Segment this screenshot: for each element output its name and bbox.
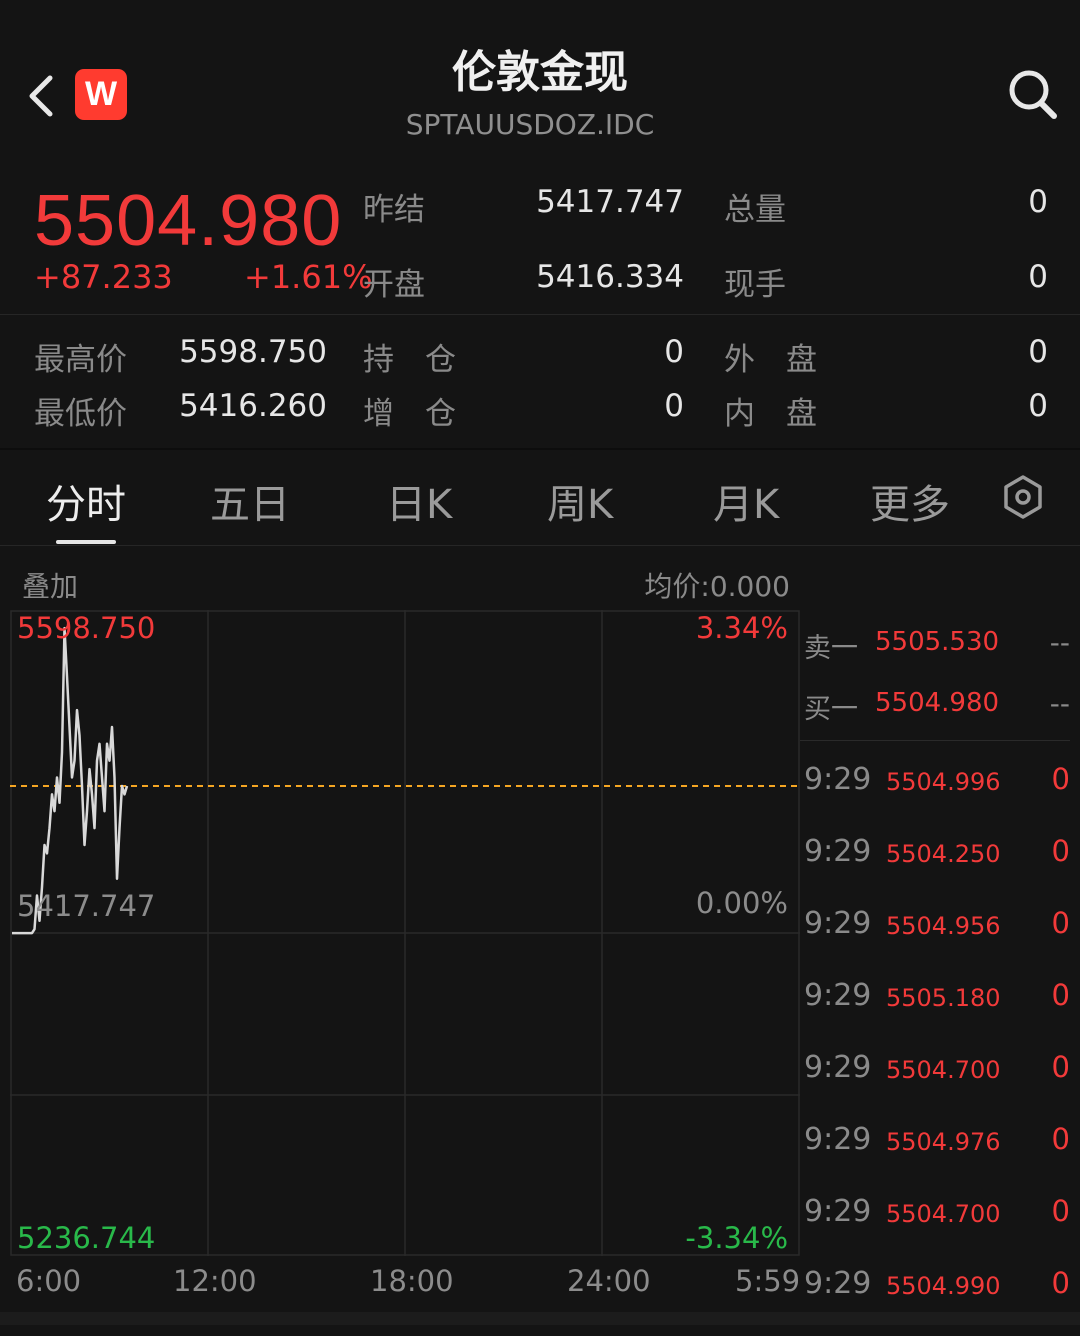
x-tick-label: 6:00 [16, 1264, 82, 1298]
tab-monthly-k[interactable]: 月K [713, 472, 779, 530]
chart-mid-price: 5417.747 [17, 889, 156, 923]
active-tab-indicator [56, 540, 116, 544]
divider [800, 740, 1070, 741]
tick-price: 5504.996 [886, 768, 1001, 796]
bid-volume: -- [1049, 687, 1070, 720]
chart-bottom-pct: -3.34% [685, 1221, 788, 1255]
intraday-chart[interactable] [10, 610, 800, 1256]
ask-price: 5505.530 [875, 627, 1000, 657]
tick-volume: 0 [1051, 834, 1070, 868]
divider [0, 448, 1080, 450]
page-title: 伦敦金现 [452, 47, 628, 98]
search-icon[interactable] [1006, 66, 1060, 122]
tick-time: 9:29 [804, 834, 872, 869]
tick-time: 9:29 [804, 978, 872, 1013]
tick-row: 9:29 5504.996 0 [800, 760, 1080, 832]
divider [0, 314, 1080, 315]
tab-weekly-k[interactable]: 周K [547, 472, 613, 530]
tick-time: 9:29 [804, 906, 872, 941]
tab-five-day[interactable]: 五日 [210, 472, 290, 530]
low-label: 最低价 [34, 396, 127, 432]
x-tick-label: 5:59 [735, 1264, 801, 1298]
open-interest-label: 持 仓 [363, 342, 456, 378]
bottom-bar [0, 1312, 1080, 1325]
tick-time: 9:29 [804, 1194, 872, 1229]
ask-label: 卖一 [804, 633, 858, 664]
back-arrow-icon[interactable] [24, 72, 60, 120]
oi-change-label: 增 仓 [363, 396, 456, 432]
current-hand-value: 0 [1028, 259, 1048, 295]
price-change-pct: +1.61% [244, 258, 373, 296]
tick-price: 5504.976 [886, 1128, 1001, 1156]
bid-price: 5504.980 [875, 688, 1000, 718]
app-logo-icon[interactable]: W [75, 69, 127, 120]
logo-letter: W [84, 75, 118, 113]
tick-time: 9:29 [804, 1050, 872, 1085]
high-value: 5598.750 [179, 334, 327, 370]
tick-list: 9:29 5504.996 0 9:29 5504.250 0 9:29 550… [800, 760, 1080, 1336]
low-value: 5416.260 [179, 388, 327, 424]
tick-volume: 0 [1051, 906, 1070, 940]
instrument-code: SPTAUUSDOZ.IDC [405, 108, 655, 141]
tick-volume: 0 [1051, 1122, 1070, 1156]
chart-top-pct: 3.34% [695, 611, 788, 645]
tick-volume: 0 [1051, 1266, 1070, 1300]
settings-icon[interactable] [1000, 474, 1046, 520]
tick-row: 9:29 5505.180 0 [800, 976, 1080, 1048]
tab-daily-k[interactable]: 日K [386, 472, 452, 530]
tick-row: 9:29 5504.250 0 [800, 832, 1080, 904]
tick-price: 5504.250 [886, 840, 1001, 868]
tick-volume: 0 [1051, 762, 1070, 796]
price-change: +87.233 [34, 258, 173, 296]
tab-more[interactable]: 更多 [870, 472, 950, 530]
tick-time: 9:29 [804, 1266, 872, 1301]
inner-value: 0 [1028, 388, 1048, 424]
open-value: 5416.334 [536, 259, 684, 295]
oi-change-value: 0 [664, 388, 684, 424]
tick-row: 9:29 5504.990 0 [800, 1264, 1080, 1336]
tick-time: 9:29 [804, 1122, 872, 1157]
tick-volume: 0 [1051, 1194, 1070, 1228]
x-tick-label: 18:00 [370, 1264, 454, 1298]
x-tick-label: 24:00 [567, 1264, 651, 1298]
current-hand-label: 现手 [724, 267, 786, 303]
chart-bottom-price: 5236.744 [17, 1221, 156, 1255]
tick-price: 5504.990 [886, 1272, 1001, 1300]
bid-label: 买一 [804, 694, 858, 725]
tick-price: 5504.956 [886, 912, 1001, 940]
average-price-label: 均价:0.000 [644, 570, 790, 603]
outer-value: 0 [1028, 334, 1048, 370]
volume-value: 0 [1028, 184, 1048, 220]
open-label: 开盘 [363, 267, 425, 303]
tick-volume: 0 [1051, 978, 1070, 1012]
tick-price: 5505.180 [886, 984, 1001, 1012]
inner-label: 内 盘 [724, 396, 817, 432]
open-interest-value: 0 [664, 334, 684, 370]
tick-row: 9:29 5504.700 0 [800, 1192, 1080, 1264]
ask-volume: -- [1049, 626, 1070, 659]
overlay-button[interactable]: 叠加 [22, 565, 78, 605]
chart-mid-pct: 0.00% [695, 886, 788, 920]
tick-row: 9:29 5504.956 0 [800, 904, 1080, 976]
high-label: 最高价 [34, 342, 127, 378]
tick-volume: 0 [1051, 1050, 1070, 1084]
last-price: 5504.980 [34, 181, 343, 261]
divider [0, 545, 1080, 546]
chart-grid [10, 610, 800, 1256]
chart-top-price: 5598.750 [17, 611, 156, 645]
outer-label: 外 盘 [724, 342, 817, 378]
volume-label: 总量 [724, 192, 786, 228]
tick-row: 9:29 5504.700 0 [800, 1048, 1080, 1120]
tick-row: 9:29 5504.976 0 [800, 1120, 1080, 1192]
price-series-line [12, 626, 129, 935]
tab-intraday[interactable]: 分时 [46, 472, 126, 530]
prev-close-label: 昨结 [363, 192, 425, 228]
tick-time: 9:29 [804, 762, 872, 797]
tick-price: 5504.700 [886, 1056, 1001, 1084]
prev-close-value: 5417.747 [536, 184, 684, 220]
x-tick-label: 12:00 [173, 1264, 257, 1298]
tick-price: 5504.700 [886, 1200, 1001, 1228]
